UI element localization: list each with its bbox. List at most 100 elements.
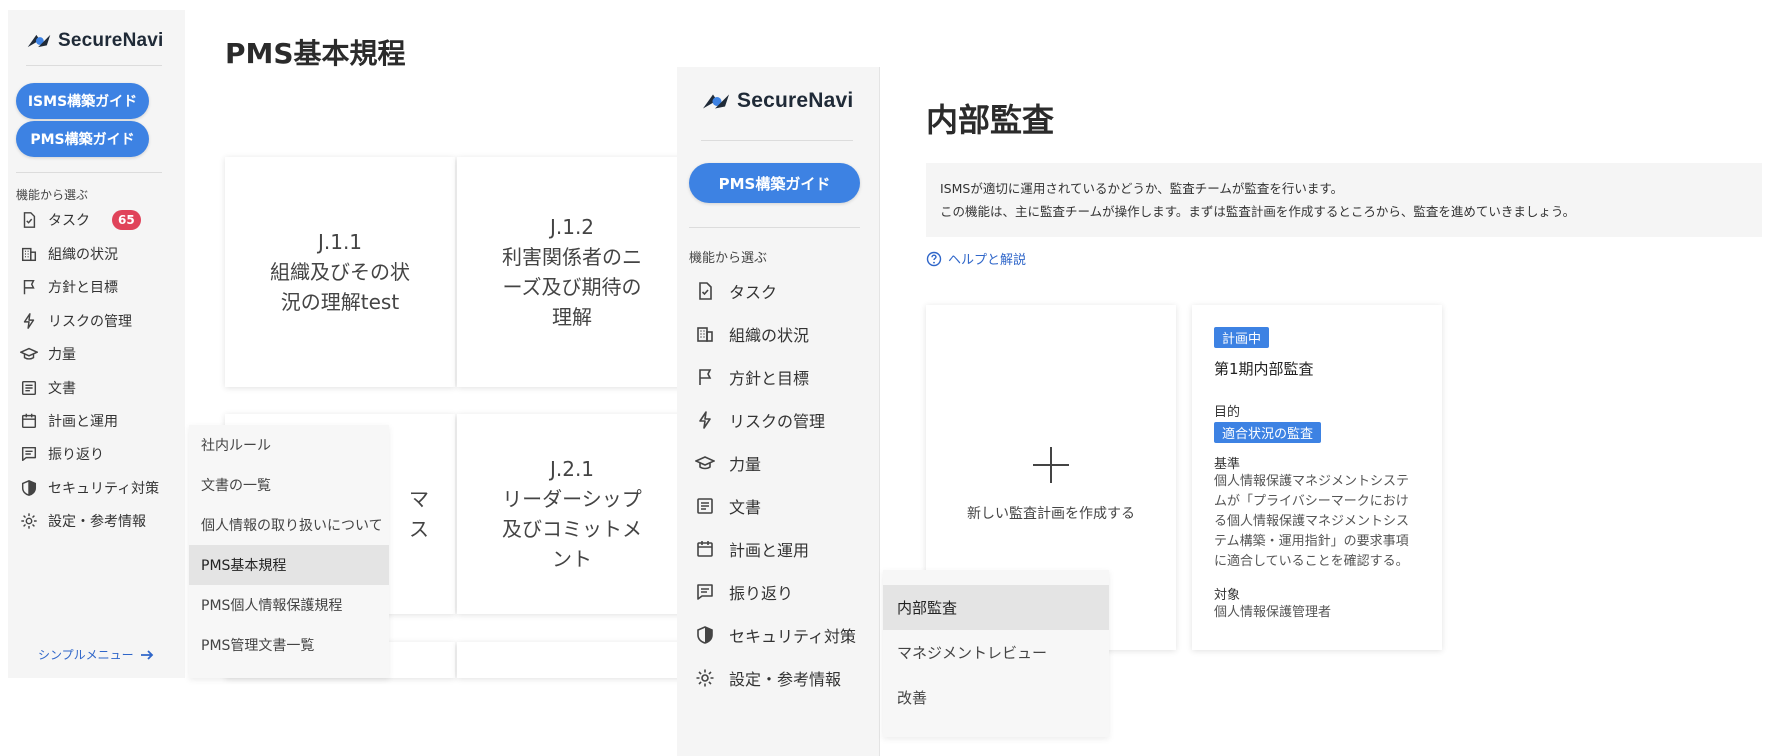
sidebar-item-label: タスク [729, 283, 778, 302]
clause-title: マ ス [409, 487, 429, 541]
shield-icon [21, 480, 37, 496]
flyout-item-personal-info-handling[interactable]: 個人情報の取り扱いについて [189, 505, 389, 545]
pms-guide-button[interactable]: PMS構築ガイド [16, 121, 149, 157]
audit-plan-name: 第1期内部監査 [1214, 360, 1314, 378]
sidebar-divider [16, 172, 162, 173]
help-link[interactable]: ヘルプと解説 [926, 249, 1026, 268]
task-icon [699, 282, 712, 300]
page-title: PMS基本規程 [225, 37, 406, 70]
simple-menu-label: シンプルメニュー [38, 648, 134, 662]
flyout-item-management-review[interactable]: マネジメントレビュー [883, 630, 1109, 675]
flyout-item-pms-privacy-rules[interactable]: PMS個人情報保護規程 [189, 585, 389, 625]
securenavi-logo-icon [703, 94, 729, 108]
sidebar-divider [701, 140, 853, 141]
sidebar-item-security[interactable]: セキュリティ対策 [20, 476, 159, 500]
page-title: 内部監査 [926, 101, 1055, 139]
sidebar-item-security[interactable]: セキュリティ対策 [695, 623, 856, 647]
review-icon [697, 584, 713, 600]
sidebar-item-policy[interactable]: 方針と目標 [695, 365, 809, 389]
pms-guide-button[interactable]: PMS構築ガイド [689, 163, 860, 203]
gear-icon [696, 669, 714, 687]
sidebar-item-planning[interactable]: 計画と運用 [20, 409, 118, 433]
clause-card[interactable] [457, 642, 687, 678]
review-icon [21, 446, 37, 462]
task-icon [23, 212, 36, 228]
sidebar-item-task[interactable]: タスク [695, 279, 777, 303]
brand-name: SecureNavi [58, 30, 164, 51]
create-audit-plan-label: 新しい監査計画を作成する [967, 506, 1135, 522]
sidebar-item-label: 方針と目標 [729, 369, 810, 388]
sidebar-item-label: リスクの管理 [48, 314, 132, 330]
sidebar-item-label: 組織の状況 [729, 326, 810, 345]
clause-title: 利害関係者のニーズ及び期待の理解 [502, 245, 642, 329]
clause-card[interactable]: J.1.1 組織及びその状況の理解test [225, 157, 455, 387]
flyout-item-pms-basic-rules[interactable]: PMS基本規程 [189, 545, 389, 585]
graduation-cap-icon [695, 456, 715, 470]
sidebar-item-settings[interactable]: 設定・参考情報 [695, 666, 841, 690]
sidebar-item-risk[interactable]: リスクの管理 [20, 309, 132, 333]
sidebar-item-documents[interactable]: 文書 [20, 376, 76, 400]
isms-guide-button[interactable]: ISMS構築ガイド [16, 83, 149, 119]
right-logo[interactable]: SecureNavi [701, 89, 853, 113]
graduation-cap-icon [20, 347, 38, 360]
clause-title: 組織及びその状況の理解test [270, 260, 410, 314]
sidebar-item-planning[interactable]: 計画と運用 [695, 537, 809, 561]
clause-card[interactable]: J.2.1 リーダーシップ及びコミットメント [457, 414, 687, 614]
sidebar-item-organization[interactable]: 組織の状況 [695, 322, 809, 346]
right-sidebar: SecureNavi PMS構築ガイド 機能から選ぶ タスク 組織の状況 方針と… [677, 67, 880, 756]
flyout-item-internal-rules[interactable]: 社内ルール [189, 425, 389, 465]
clause-code: J.1.1 [317, 230, 363, 254]
sidebar-item-policy[interactable]: 方針と目標 [20, 275, 118, 299]
sidebar-item-settings[interactable]: 設定・参考情報 [20, 509, 146, 533]
sidebar-item-label: 文書 [729, 498, 762, 517]
review-flyout-menu: 内部監査 マネジメントレビュー 改善 [883, 570, 1109, 737]
building-icon [21, 247, 37, 262]
sidebar-item-review[interactable]: 振り返り [695, 580, 793, 604]
flag-icon [699, 369, 712, 385]
purpose-label: 目的 [1214, 405, 1241, 420]
sidebar-item-label: セキュリティ対策 [48, 481, 160, 497]
help-link-label: ヘルプと解説 [948, 253, 1027, 268]
calendar-icon [21, 413, 37, 429]
sidebar-item-label: タスク [48, 213, 90, 229]
clause-code: J.1.2 [549, 215, 595, 239]
shield-icon [697, 626, 713, 644]
flyout-item-pms-document-list[interactable]: PMS管理文書一覧 [189, 625, 389, 665]
sidebar-item-organization[interactable]: 組織の状況 [20, 242, 118, 266]
clause-card-text: J.1.2 利害関係者のニーズ及び期待の理解 [457, 212, 687, 332]
clause-card[interactable]: J.1.2 利害関係者のニーズ及び期待の理解 [457, 157, 687, 387]
status-badge: 計画中 [1214, 327, 1270, 348]
right-app-window: SecureNavi PMS構築ガイド 機能から選ぶ タスク 組織の状況 方針と… [677, 67, 1774, 756]
sidebar-item-label: 文書 [48, 381, 76, 397]
description-box: ISMSが適切に運用されているかどうか、監査チームが監査を行います。 この機能は… [926, 163, 1762, 237]
lightning-icon [23, 313, 35, 329]
sidebar-divider [26, 65, 162, 66]
left-logo[interactable]: SecureNavi [26, 30, 164, 52]
sidebar-item-label: 力量 [729, 455, 762, 474]
sidebar-item-documents[interactable]: 文書 [695, 494, 761, 518]
audit-plan-card[interactable]: 計画中 第1期内部監査 目的 適合状況の監査 基準 個人情報保護マネジメントシス… [1192, 305, 1442, 650]
sidebar-item-label: 力量 [48, 347, 76, 363]
flyout-item-improvement[interactable]: 改善 [883, 675, 1109, 720]
sidebar-item-risk[interactable]: リスクの管理 [695, 408, 825, 432]
flyout-item-internal-audit[interactable]: 内部監査 [883, 585, 1109, 630]
sidebar-item-label: 振り返り [48, 447, 104, 463]
sidebar-item-task[interactable]: タスク 65 [20, 208, 141, 232]
clause-code: J.2.1 [549, 457, 595, 481]
sidebar-item-competence[interactable]: 力量 [695, 451, 761, 475]
sidebar-item-review[interactable]: 振り返り [20, 442, 104, 466]
flyout-item-document-list[interactable]: 文書の一覧 [189, 465, 389, 505]
lightning-icon [699, 411, 711, 429]
sidebar-item-label: 設定・参考情報 [729, 670, 842, 689]
section-label: 機能から選ぶ [16, 188, 89, 202]
sidebar-item-label: 計画と運用 [729, 541, 810, 560]
gear-icon [21, 513, 37, 529]
simple-menu-link[interactable]: シンプルメニュー [38, 646, 154, 663]
sidebar-item-competence[interactable]: 力量 [20, 342, 76, 366]
flag-icon [23, 279, 35, 295]
description-line: この機能は、主に監査チームが操作します。まずは監査計画を作成するところから、監査… [940, 204, 1576, 219]
document-icon [21, 380, 37, 396]
criteria-value: 個人情報保護マネジメントシステムが「プライバシーマークにおける個人情報保護マネジ… [1214, 474, 1410, 569]
plus-icon [1033, 447, 1069, 483]
calendar-icon [697, 541, 713, 557]
